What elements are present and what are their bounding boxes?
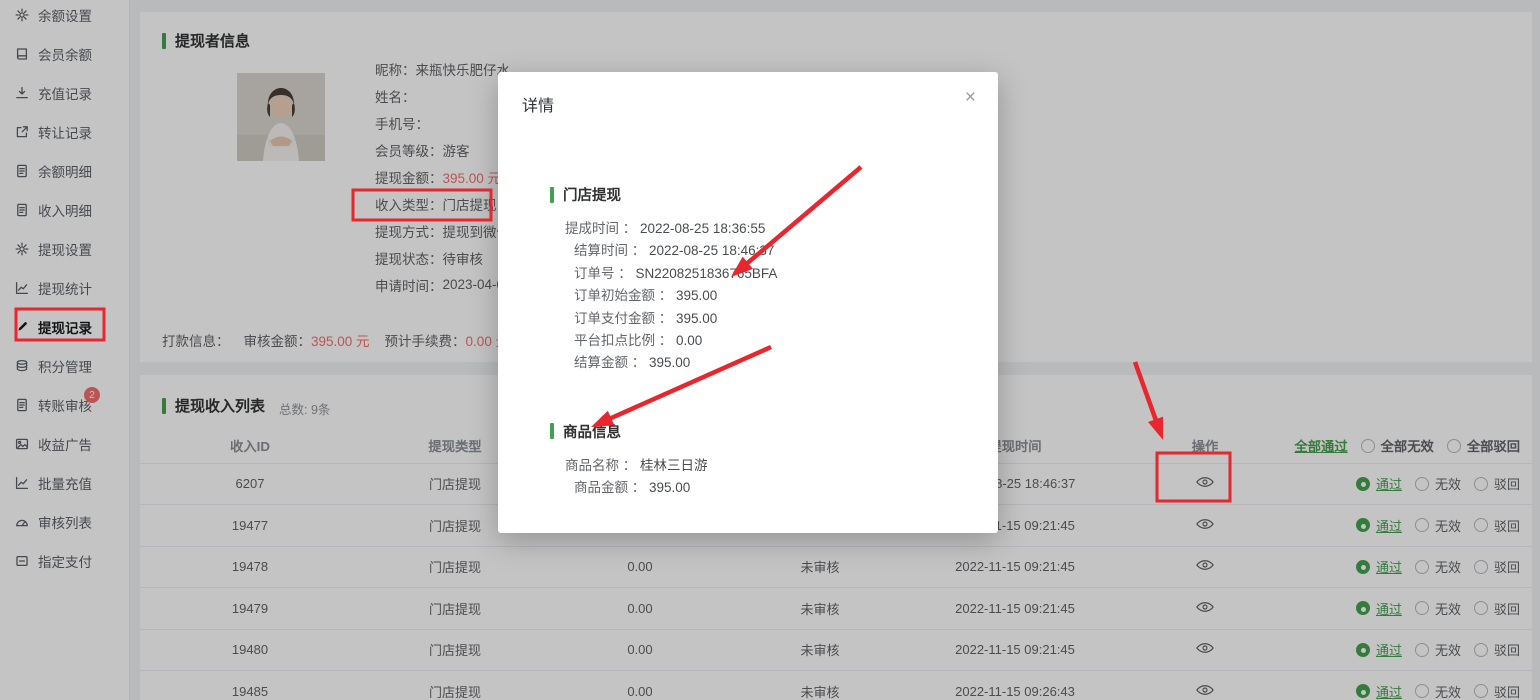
detail-value: SN2208251836765BFA <box>636 266 778 281</box>
modal-detail-item: 订单初始金额 ： 395.00 <box>550 285 974 307</box>
detail-label: 订单号 ： <box>574 266 636 281</box>
detail-value: 2022-08-25 18:36:55 <box>640 221 765 236</box>
section-title-bar <box>550 423 554 439</box>
modal-body: 门店提现提成时间 ： 2022-08-25 18:36:55结算时间 ： 202… <box>522 184 974 500</box>
modal-detail-item: 商品名称 ： 桂林三日游 <box>550 455 974 477</box>
modal-detail-item: 结算时间 ： 2022-08-25 18:46:37 <box>550 240 974 262</box>
modal-detail-item: 平台扣点比例 ： 0.00 <box>550 330 974 352</box>
modal-detail-item: 订单号 ： SN2208251836765BFA <box>550 263 974 285</box>
modal-section-title-text: 商品信息 <box>563 421 621 442</box>
detail-value: 395.00 <box>649 355 690 370</box>
modal-section-2: 商品信息商品名称 ： 桂林三日游商品金额 ： 395.00 <box>526 421 974 500</box>
detail-label: 商品名称 ： <box>565 458 640 473</box>
detail-label: 订单初始金额 ： <box>574 288 676 303</box>
detail-label: 提成时间 ： <box>565 221 640 236</box>
app-root: { "colors": { "accent_green": "#45A050",… <box>0 0 1540 700</box>
detail-value: 395.00 <box>649 480 690 495</box>
modal-section-title-text: 门店提现 <box>563 184 621 205</box>
modal-section-items: 商品名称 ： 桂林三日游商品金额 ： 395.00 <box>550 455 974 500</box>
modal-section-title: 商品信息 <box>550 421 974 442</box>
close-icon[interactable]: × <box>965 88 976 107</box>
modal-detail-item: 商品金额 ： 395.00 <box>550 477 974 499</box>
modal-section-title: 门店提现 <box>550 184 974 205</box>
detail-label: 结算时间 ： <box>574 243 649 258</box>
detail-label: 结算金额 ： <box>574 355 649 370</box>
detail-label: 订单支付金额 ： <box>574 311 676 326</box>
detail-modal: 详情 × 门店提现提成时间 ： 2022-08-25 18:36:55结算时间 … <box>498 72 998 533</box>
detail-value: 2022-08-25 18:46:37 <box>649 243 774 258</box>
modal-title: 详情 <box>522 92 974 116</box>
modal-detail-item: 结算金额 ： 395.00 <box>550 352 974 374</box>
modal-section-items: 提成时间 ： 2022-08-25 18:36:55结算时间 ： 2022-08… <box>550 218 974 375</box>
section-title-bar <box>550 187 554 203</box>
detail-value: 0.00 <box>676 333 702 348</box>
detail-value: 桂林三日游 <box>640 458 708 473</box>
modal-detail-item: 订单支付金额 ： 395.00 <box>550 308 974 330</box>
detail-label: 平台扣点比例 ： <box>574 333 676 348</box>
modal-detail-item: 提成时间 ： 2022-08-25 18:36:55 <box>550 218 974 240</box>
detail-value: 395.00 <box>676 288 717 303</box>
detail-value: 395.00 <box>676 311 717 326</box>
detail-label: 商品金额 ： <box>574 480 649 495</box>
modal-section-1: 门店提现提成时间 ： 2022-08-25 18:36:55结算时间 ： 202… <box>526 184 974 375</box>
